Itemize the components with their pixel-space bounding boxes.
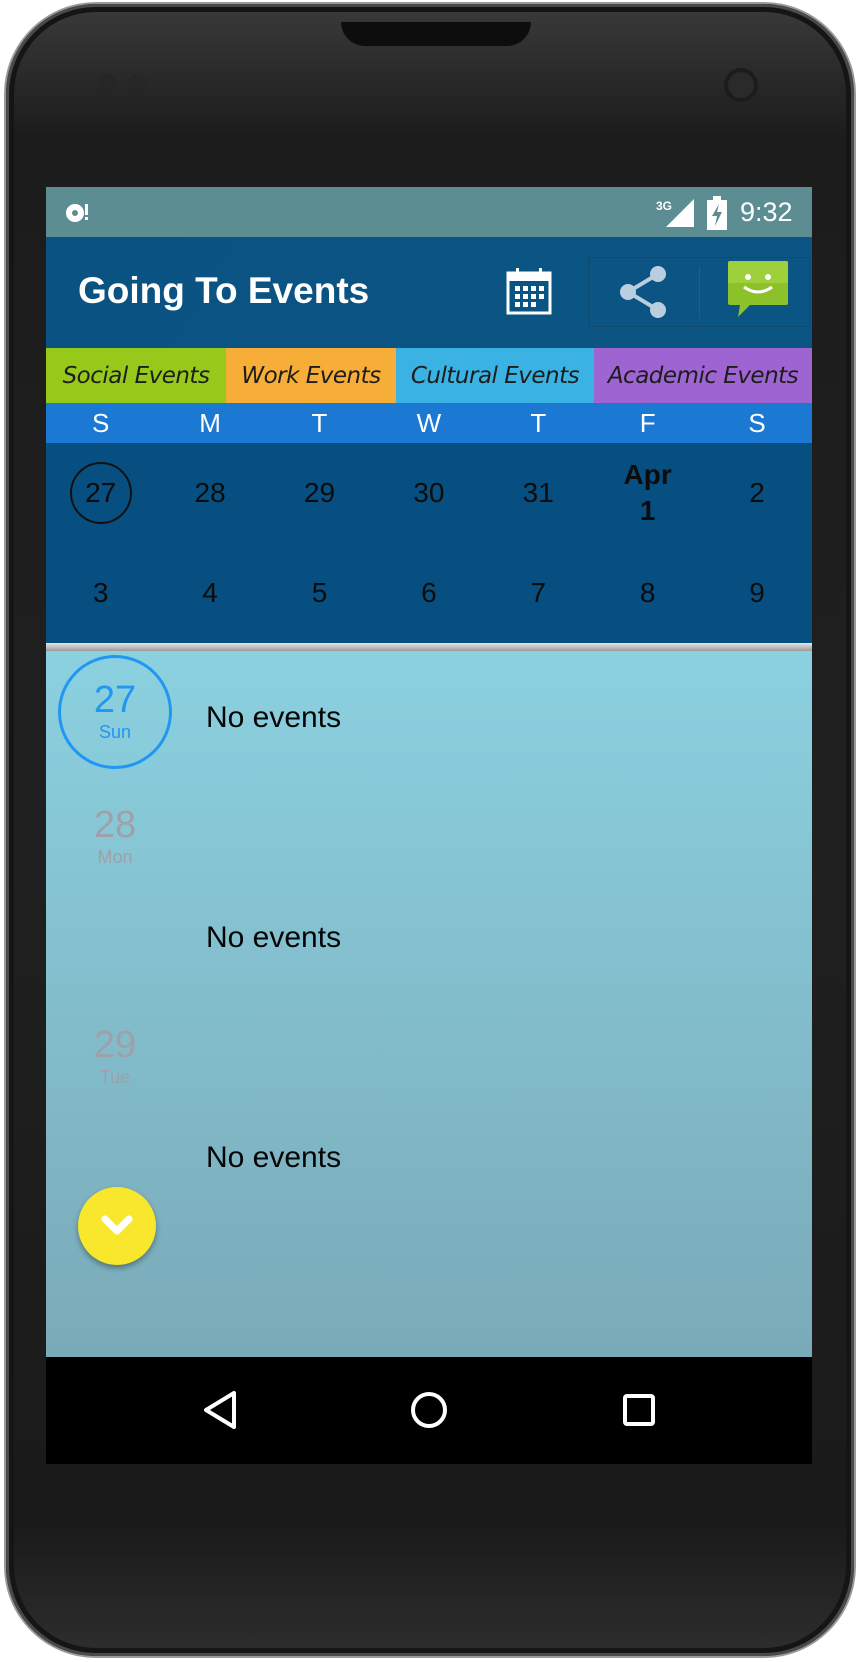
calendar-day-month-start[interactable]: Apr 1 <box>593 443 702 543</box>
agenda-day[interactable]: 29 Tue No events <box>46 996 812 1216</box>
calendar-icon[interactable] <box>506 267 552 315</box>
tab-cultural-events[interactable]: Cultural Events <box>396 348 594 403</box>
weekday-label: S <box>92 408 110 438</box>
back-icon[interactable] <box>198 1387 244 1433</box>
tab-academic-events[interactable]: Academic Events <box>594 348 812 403</box>
scroll-down-fab[interactable] <box>78 1187 156 1265</box>
month-label: Apr <box>623 459 672 490</box>
front-camera <box>724 68 758 102</box>
agenda-day-number: 29 <box>93 1024 137 1066</box>
calendar-day[interactable]: 8 <box>593 543 702 643</box>
calendar-day[interactable]: 5 <box>265 543 374 643</box>
calendar-day[interactable]: 30 <box>374 443 483 543</box>
agenda-day[interactable]: 28 Mon No events <box>46 776 812 996</box>
action-divider <box>699 267 700 319</box>
month-grid: 27 28 29 30 31 Apr 1 2 3 4 5 6 7 8 9 <box>46 443 812 643</box>
sensor-dot <box>98 74 116 92</box>
weekday-label: S <box>748 408 766 438</box>
weekday-label: W <box>416 408 442 438</box>
no-events-label: No events <box>206 701 342 734</box>
recents-icon[interactable] <box>616 1387 662 1433</box>
calendar-day[interactable]: 2 <box>702 443 811 543</box>
system-nav-bar <box>46 1357 812 1464</box>
calendar-day[interactable]: 6 <box>374 543 483 643</box>
date-badge[interactable]: 28 Mon <box>58 780 172 894</box>
date-badge-selected[interactable]: 27 Sun <box>58 655 172 769</box>
status-bar: 3G 9:32 <box>46 187 812 237</box>
day-number: 1 <box>639 495 656 526</box>
no-events-label: No events <box>206 921 342 954</box>
weekday-header: S M T W T F S <box>46 403 812 443</box>
calendar-day[interactable]: 28 <box>155 443 264 543</box>
agenda-day-name: Sun <box>98 722 132 742</box>
day-number: 27 <box>85 477 117 508</box>
signal-icon: 3G <box>656 199 694 227</box>
sms-icon[interactable] <box>726 259 790 321</box>
earpiece-speaker <box>341 22 531 46</box>
calendar-day[interactable]: 7 <box>484 543 593 643</box>
share-icon[interactable] <box>614 262 674 322</box>
weekday-label: T <box>530 408 547 438</box>
agenda-day-name: Tue <box>99 1067 131 1087</box>
calendar-day[interactable]: 31 <box>484 443 593 543</box>
status-time: 9:32 <box>740 197 793 227</box>
month-grid-divider <box>46 643 812 651</box>
agenda-day-name: Mon <box>97 847 133 867</box>
screen: 3G 9:32 Going To Events Social Events Wo… <box>46 187 812 1464</box>
svg-text:3G: 3G <box>656 199 672 213</box>
calendar-day-today[interactable]: 27 <box>46 443 155 543</box>
home-icon[interactable] <box>406 1387 452 1433</box>
calendar-day[interactable]: 4 <box>155 543 264 643</box>
weekday-label: M <box>199 408 221 438</box>
tab-social-events[interactable]: Social Events <box>46 348 226 403</box>
tab-work-events[interactable]: Work Events <box>226 348 396 403</box>
calendar-week: 27 28 29 30 31 Apr 1 2 <box>46 443 812 543</box>
agenda-day-number: 27 <box>93 679 137 721</box>
calendar-week: 3 4 5 6 7 8 9 <box>46 543 812 643</box>
agenda-day-number: 28 <box>93 804 137 846</box>
sensor-dot <box>128 74 146 92</box>
calendar-day[interactable]: 3 <box>46 543 155 643</box>
calendar-day[interactable]: 9 <box>702 543 811 643</box>
weekday-label: F <box>639 408 656 438</box>
calendar-day[interactable]: 29 <box>265 443 374 543</box>
date-badge[interactable]: 29 Tue <box>58 1000 172 1114</box>
agenda-list[interactable]: 27 Sun No events 28 Mon No events 29 Tue… <box>46 651 812 1357</box>
weekday-label: T <box>311 408 328 438</box>
no-events-label: No events <box>206 1141 342 1174</box>
app-bar: Going To Events <box>46 237 812 348</box>
app-title: Going To Events <box>78 270 370 311</box>
battery-icon <box>707 196 727 230</box>
category-tabs: Social Events Work Events Cultural Event… <box>46 348 812 403</box>
chevron-down-icon <box>101 1215 133 1235</box>
notification-icon <box>66 204 88 222</box>
today-ring: 27 <box>69 462 132 524</box>
